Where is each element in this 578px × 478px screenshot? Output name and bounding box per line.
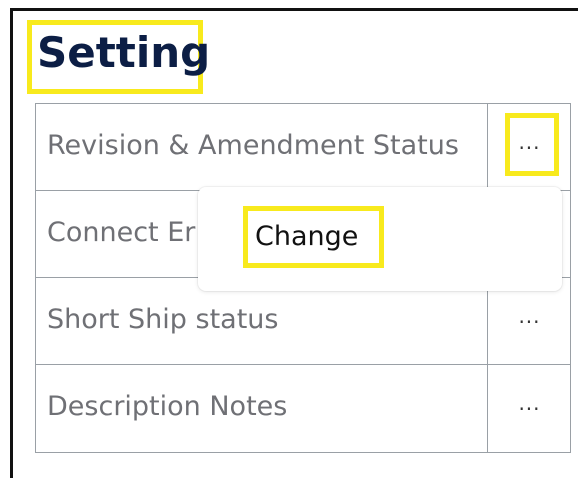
column-divider [487, 365, 488, 452]
column-divider [487, 278, 488, 365]
more-button-highlight [505, 113, 559, 176]
page-title: Setting [37, 28, 211, 77]
settings-row-short-ship: Short Ship status ··· [36, 278, 570, 365]
settings-row-label: Connect Er [47, 217, 196, 248]
settings-row-revision: Revision & Amendment Status ··· [36, 104, 570, 191]
settings-row-label: Description Notes [47, 391, 288, 422]
menu-item-change[interactable]: Change [255, 219, 358, 255]
settings-row-label: Short Ship status [47, 304, 279, 335]
settings-row-description: Description Notes ··· [36, 365, 570, 452]
settings-row-label: Revision & Amendment Status [47, 130, 459, 161]
more-options-button[interactable]: ··· [507, 301, 552, 343]
column-divider [487, 104, 488, 191]
more-options-button[interactable]: ··· [507, 388, 552, 430]
